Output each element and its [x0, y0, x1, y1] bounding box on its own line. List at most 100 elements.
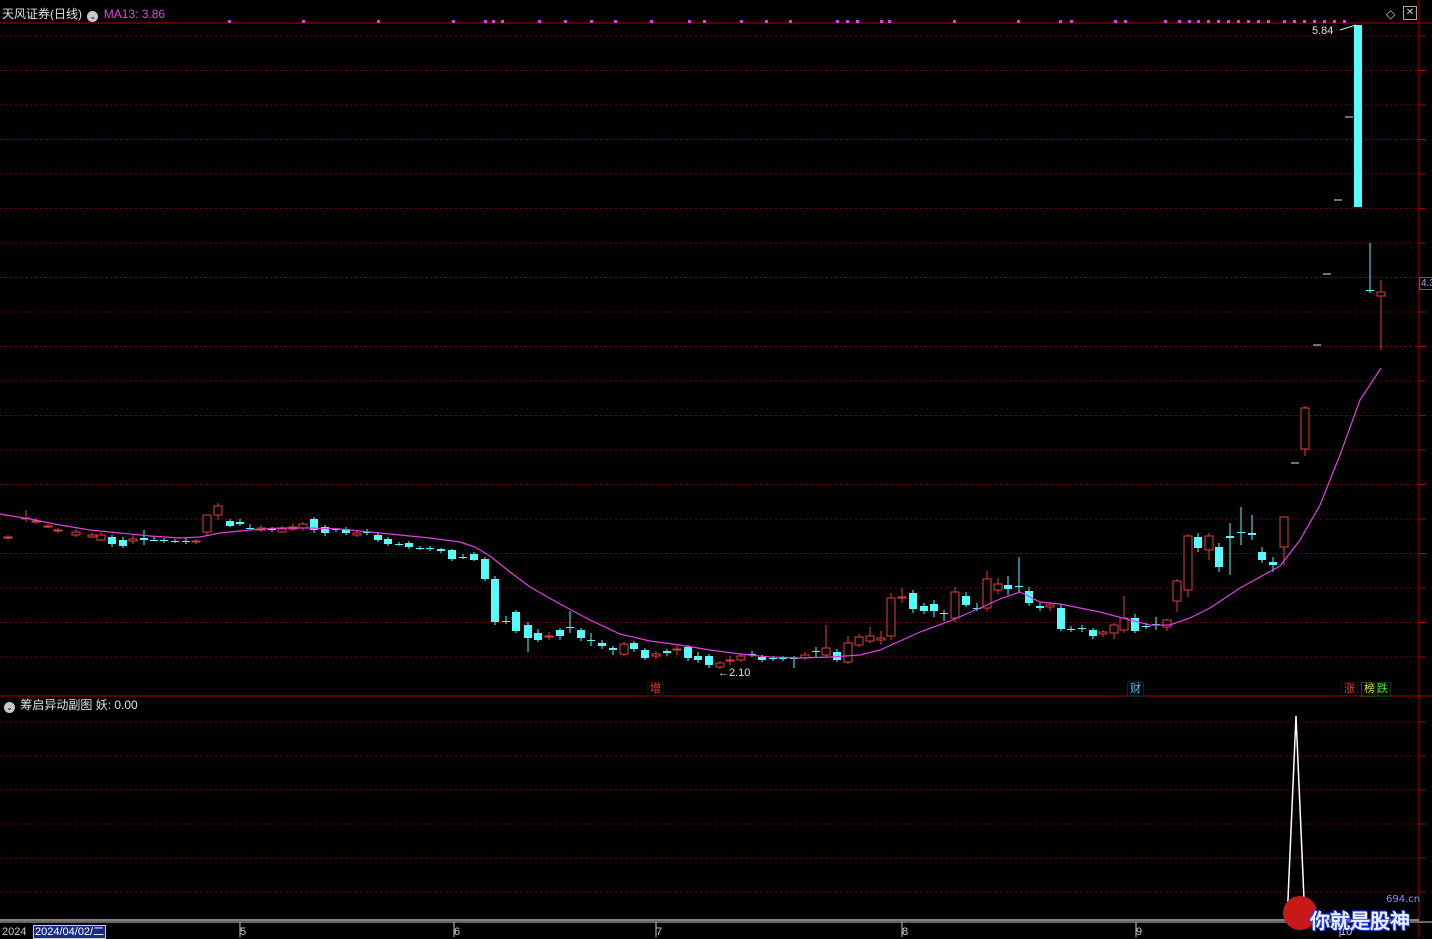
event-tag-zeng[interactable]: 增: [647, 682, 664, 697]
candle-body: [843, 642, 853, 663]
watermark-text: 你就是股神: [1310, 909, 1410, 933]
signal-marker: [538, 20, 541, 23]
candle-body: [1269, 562, 1277, 565]
signal-marker: [1283, 20, 1286, 23]
candle-body: [619, 643, 629, 655]
candle-body: [87, 534, 97, 538]
low-price-value: 2.10: [729, 667, 751, 679]
candle-body: [684, 647, 692, 658]
candle-body: [1226, 536, 1234, 538]
candle-body: [160, 540, 168, 541]
candle-body: [556, 630, 564, 636]
high-price-label: 5.84: [1312, 25, 1334, 37]
signal-marker: [880, 20, 883, 23]
candle-body: [182, 541, 190, 542]
signal-marker: [1197, 20, 1200, 23]
signal-marker: [953, 20, 956, 23]
candle-body: [1204, 535, 1214, 551]
event-tag-cai[interactable]: 财: [1127, 682, 1144, 697]
signal-marker: [1293, 20, 1296, 23]
candle-body: [226, 521, 234, 526]
event-tag-die[interactable]: 跌: [1374, 682, 1391, 697]
candle-body: [512, 612, 520, 631]
signal-marker: [703, 20, 706, 23]
signal-marker: [1237, 20, 1240, 23]
signal-marker: [302, 20, 305, 23]
candle-body: [1078, 628, 1086, 629]
signal-marker: [1114, 20, 1117, 23]
candle-body: [821, 647, 831, 656]
signal-marker: [484, 20, 487, 23]
candle-body: [1376, 291, 1386, 297]
candle-body: [119, 540, 127, 546]
signal-marker: [765, 20, 768, 23]
candle-body: [502, 621, 510, 622]
sub-settings-dropdown-icon[interactable]: ⌄: [4, 702, 15, 713]
candle-body: [940, 613, 948, 614]
signal-marker: [1059, 20, 1062, 23]
candle-body: [1215, 547, 1223, 567]
signal-marker: [856, 20, 859, 23]
x-axis-label: 8: [902, 926, 909, 938]
signal-marker: [1343, 20, 1346, 23]
candle-body: [962, 596, 970, 605]
candle-body: [1119, 617, 1129, 631]
candle-body: [140, 538, 148, 540]
candle-body: [909, 593, 917, 609]
sub-panel-header: ⌄ 筹启异动副图 妖: 0.00: [2, 698, 138, 713]
candle-body: [1366, 290, 1374, 291]
candle-body: [876, 637, 886, 641]
candle-body: [930, 604, 938, 611]
signal-marker: [688, 20, 691, 23]
event-tag-zhang[interactable]: 涨: [1341, 682, 1358, 697]
signal-marker: [1267, 20, 1270, 23]
kline-chart[interactable]: [0, 0, 1432, 937]
signal-marker: [1124, 20, 1127, 23]
candle-body: [736, 655, 746, 661]
candle-body: [1258, 552, 1266, 560]
candle-body: [1098, 631, 1108, 635]
signal-marker: [1188, 20, 1191, 23]
signal-marker: [1247, 20, 1250, 23]
candle-body: [854, 636, 864, 646]
candle-body: [470, 554, 478, 560]
main-panel-header: 天风证券(日线) ⌄ MA13: 3.86: [2, 7, 165, 22]
candle-body: [1142, 626, 1150, 627]
candle-body: [3, 536, 13, 539]
signal-marker: [501, 20, 504, 23]
high-pointer: [1339, 24, 1357, 31]
candle-body: [920, 606, 928, 611]
signal-marker: [1333, 20, 1336, 23]
candle-body: [108, 537, 116, 544]
candle-body: [651, 653, 661, 657]
candle-body: [641, 650, 649, 658]
candle-body: [566, 627, 574, 628]
candle-body: [1279, 516, 1289, 548]
candle-body: [1057, 608, 1065, 629]
candle-body: [1015, 586, 1023, 587]
signal-marker: [789, 20, 792, 23]
low-price-label: ←2.10: [718, 667, 751, 679]
candle-body: [1089, 630, 1097, 636]
candle-body: [437, 549, 445, 551]
candle-body: [993, 583, 1003, 591]
candle-body: [544, 635, 554, 638]
candle-body: [1194, 537, 1202, 548]
ma13-line: [0, 367, 1382, 659]
candle-body: [459, 557, 467, 558]
diamond-icon[interactable]: ◇: [1386, 7, 1395, 21]
signal-marker: [650, 20, 653, 23]
yao-indicator-line: [1286, 715, 1306, 923]
candle-body: [725, 659, 735, 662]
candle-body: [950, 591, 960, 619]
candle-body: [672, 648, 682, 651]
settings-dropdown-icon[interactable]: ⌄: [87, 11, 99, 22]
candle-body: [1004, 585, 1012, 589]
candle-body: [53, 529, 63, 532]
candle-body: [577, 630, 585, 638]
candle-body: [694, 656, 702, 660]
signal-marker: [492, 20, 495, 23]
candle-body: [769, 658, 777, 659]
candle-body: [491, 579, 499, 622]
close-icon[interactable]: ✕: [1403, 6, 1417, 20]
